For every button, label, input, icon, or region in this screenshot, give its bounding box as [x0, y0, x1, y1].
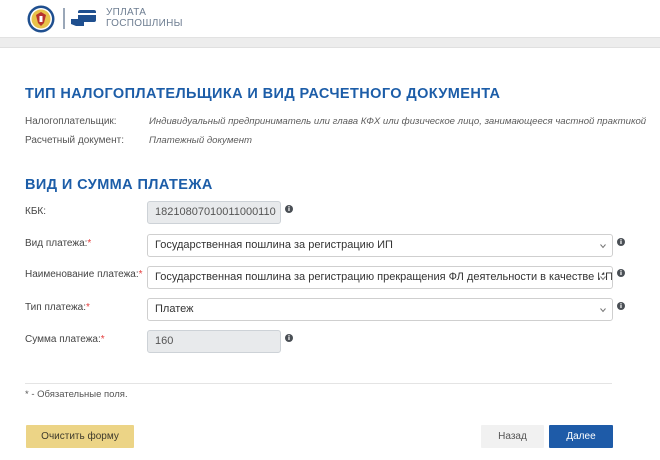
required-marker: * [100, 334, 105, 345]
payment-name-info-icon[interactable]: i [617, 269, 625, 277]
payment-name-label-text: Наименование платежа: [25, 269, 139, 280]
amount-label-text: Сумма платежа: [25, 334, 101, 345]
payment-name-label: Наименование платежа:* [25, 269, 143, 280]
document-value: Платежный документ [149, 135, 253, 146]
header-subbar [0, 38, 660, 48]
form-divider [25, 383, 612, 384]
kbk-label-text: КБК: [25, 206, 46, 217]
payment-type-value: Платеж [155, 303, 194, 315]
payment-type-label-text: Тип платежа: [25, 302, 86, 313]
taxpayer-value: Индивидуальный предприниматель или глава… [149, 116, 647, 127]
chevron-down-icon [600, 275, 606, 281]
fns-emblem-icon[interactable] [27, 4, 55, 34]
taxpayer-section-heading: ТИП НАЛОГОПЛАТЕЛЬЩИКА И ВИД РАСЧЕТНОГО Д… [25, 86, 501, 102]
taxpayer-label: Налогоплательщик: [25, 116, 117, 127]
amount-label: Сумма платежа:* [25, 334, 105, 345]
payment-type-select[interactable]: Платеж [147, 298, 613, 321]
payment-section-heading: ВИД И СУММА ПЛАТЕЖА [25, 177, 213, 193]
kbk-info-icon[interactable]: i [285, 205, 293, 213]
chevron-down-icon [600, 308, 606, 313]
payment-name-select[interactable]: Государственная пошлина за регистрацию п… [147, 266, 613, 289]
payment-kind-value: Государственная пошлина за регистрацию И… [155, 239, 393, 251]
back-button[interactable]: Назад [481, 425, 544, 448]
payment-type-info-icon[interactable]: i [617, 302, 625, 310]
payment-type-label: Тип платежа:* [25, 302, 90, 313]
payment-kind-select[interactable]: Государственная пошлина за регистрацию И… [147, 234, 613, 257]
clear-form-button[interactable]: Очистить форму [26, 425, 134, 448]
required-marker: * [138, 269, 143, 280]
payment-name-value: Государственная пошлина за регистрацию п… [155, 271, 613, 283]
payment-kind-info-icon[interactable]: i [617, 238, 625, 246]
document-label: Расчетный документ: [25, 135, 124, 146]
chevron-down-icon [600, 244, 606, 249]
next-button[interactable]: Далее [549, 425, 613, 448]
service-title[interactable]: УПЛАТА ГОСПОШЛИНЫ [106, 7, 183, 29]
payment-kind-label-text: Вид платежа: [25, 238, 88, 249]
header-divider [63, 8, 65, 29]
required-marker: * [87, 238, 92, 249]
service-title-line1: УПЛАТА [106, 7, 147, 18]
site-header: УПЛАТА ГОСПОШЛИНЫ [0, 0, 660, 38]
amount-info-icon[interactable]: i [285, 334, 293, 342]
payment-kind-label: Вид платежа:* [25, 238, 91, 249]
required-fields-note: * - Обязательные поля. [25, 389, 128, 400]
required-marker: * [86, 302, 90, 313]
kbk-field: 18210807010011000110 [147, 201, 281, 224]
service-title-line2: ГОСПОШЛИНЫ [106, 18, 183, 29]
amount-field[interactable]: 160 [147, 330, 281, 353]
kbk-label: КБК: [25, 206, 46, 217]
card-payment-icon [71, 10, 96, 26]
